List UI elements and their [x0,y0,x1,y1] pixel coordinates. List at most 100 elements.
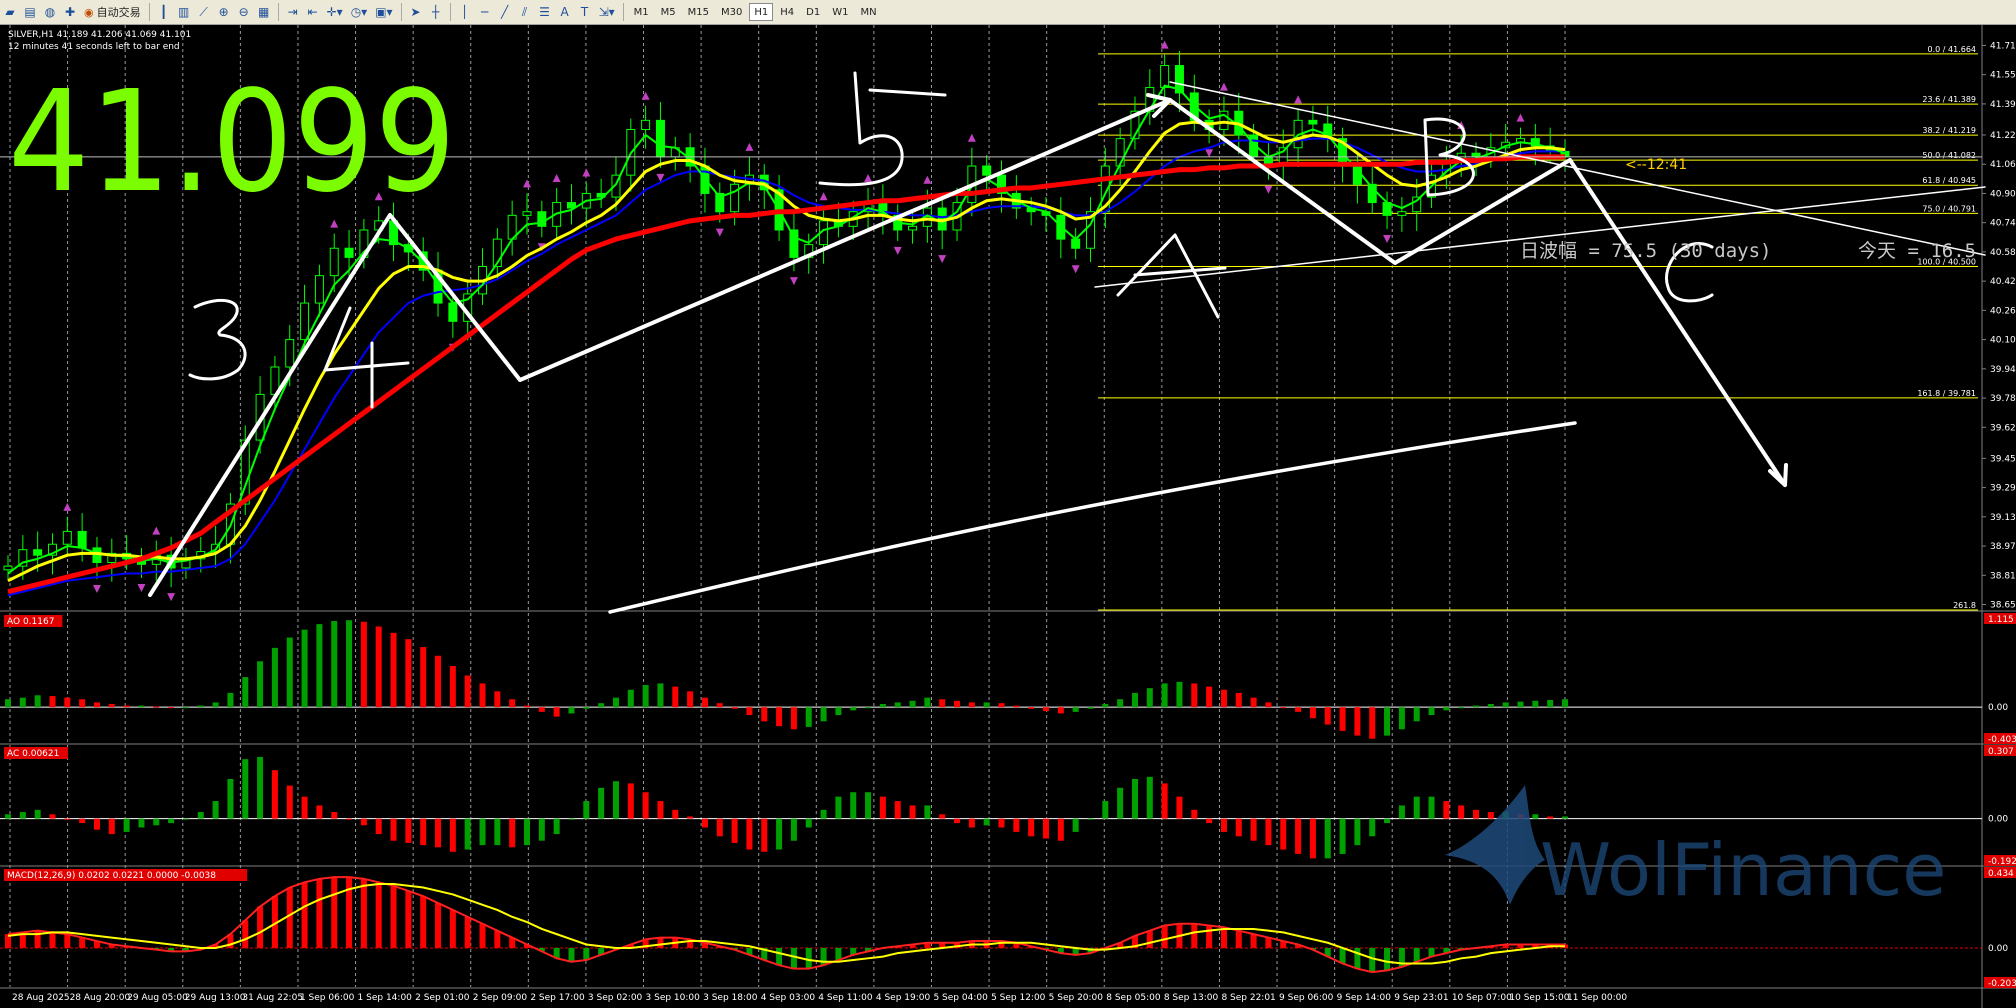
vertical-line-icon[interactable]: │ [456,3,474,21]
histogram-bar [212,801,219,819]
trendline-icon[interactable]: ╱ [496,3,514,21]
histogram-bar [1547,816,1554,819]
chart-canvas[interactable]: 0.0 / 41.664 23.6 / 41.389 38.2 / 41.219 50… [0,25,2016,1008]
text-tool-icon[interactable]: A [556,3,574,21]
line-chart-icon[interactable]: ⟋ [195,3,213,21]
timeframe-m30[interactable]: M30 [716,3,747,21]
histogram-bar [1043,707,1049,712]
histogram-bar [1191,923,1198,948]
tile-windows-icon[interactable]: ▦ [255,3,273,21]
histogram-bar [301,882,308,948]
histogram-bar [672,809,679,819]
toolbar-separator [400,3,402,21]
zoom-out-icon[interactable]: ⊖ [235,3,253,21]
histogram-bar [954,818,961,824]
histogram-bar [64,934,71,948]
timeframe-w1[interactable]: W1 [827,3,853,21]
periods-icon[interactable]: ◷▾ [348,3,371,21]
histogram-bar [1413,947,1420,962]
timeframe-d1[interactable]: D1 [801,3,825,21]
histogram-bar [583,947,590,961]
histogram-bar [553,818,560,835]
histogram-bar [271,647,278,708]
histogram-bar [687,691,694,708]
candlestick-icon[interactable]: ▥ [175,3,193,21]
histogram-bar [1339,947,1346,964]
histogram-bar [435,655,442,708]
indicator-tick-label: 0.00 [1988,703,2008,713]
histogram-bar [1413,796,1420,819]
templates-icon[interactable]: ▣▾ [372,3,395,21]
zoom-in-icon[interactable]: ⊕ [215,3,233,21]
histogram-bar [1295,707,1302,712]
indicator-tick-label: -0.203 [1988,979,2016,989]
histogram-bar [1161,683,1168,708]
histogram-bar [1532,814,1539,819]
text-label-icon[interactable]: T [576,3,594,21]
histogram-bar [34,695,41,708]
auto-trading-label: 自动交易 [96,6,141,19]
histogram-bar [1191,809,1198,819]
histogram-bar [1369,818,1376,837]
histogram-bar [1161,783,1168,819]
histogram-bar [375,882,382,948]
new-chart-icon[interactable]: ▰ [1,3,19,21]
histogram-bar [479,818,486,846]
timeframe-m15[interactable]: M15 [683,3,714,21]
histogram-bar [1087,707,1094,709]
navigator-icon[interactable]: ✚ [61,3,79,21]
price-tick-label: 40.58 [1990,248,2016,258]
crosshair-icon[interactable]: ┼ [427,3,445,21]
autoscroll-icon[interactable]: ⇥ [284,3,302,21]
histogram-bar [1384,707,1391,736]
histogram-bar [583,801,590,819]
price-tick-label: 41.06 [1990,160,2016,170]
pitchfork-icon[interactable]: ⫽ [516,3,534,21]
timeframe-group: M1 M5 M15 M30 H1 H4 D1 W1 MN [628,3,883,21]
timeframe-m5[interactable]: M5 [656,3,681,21]
open-folder-icon[interactable]: ▤ [21,3,39,21]
histogram-bar [538,818,545,841]
chart-shift-icon[interactable]: ⇤ [304,3,322,21]
timeframe-mn[interactable]: MN [855,3,881,21]
price-tick-label: 39.45 [1990,454,2016,464]
bar-chart-icon[interactable]: ┃ [155,3,173,21]
auto-trading-button[interactable]: ◉ 自动交易 [81,3,144,21]
fibonacci-icon[interactable]: ☰ [536,3,554,21]
histogram-bar [242,677,249,708]
histogram-bar [568,947,575,962]
timeframe-m1[interactable]: M1 [629,3,654,21]
histogram-bar [34,809,41,819]
price-tick-label: 40.74 [1990,219,2016,229]
histogram-bar [242,920,249,948]
time-tick-label: 9 Sep 23:01 [1394,993,1448,1003]
time-tick-label: 28 Aug 2025 [12,993,70,1003]
horizontal-line-icon[interactable]: ─ [476,3,494,21]
histogram-bar [1398,805,1405,819]
market-watch-icon[interactable]: ◍ [41,3,59,21]
histogram-bar [612,781,619,819]
histogram-bar [1295,818,1302,854]
time-tick-label: 8 Sep 22:01 [1221,993,1275,1003]
histogram-bar [627,783,634,819]
arrows-icon[interactable]: ⇲▾ [596,3,618,21]
timeframe-h4[interactable]: H4 [775,3,799,21]
time-tick-label: 3 Sep 10:00 [646,993,701,1003]
histogram-bar [1473,809,1480,819]
histogram-bar [1339,707,1346,731]
cursor-icon[interactable]: ➤ [407,3,425,21]
histogram-bar [1443,801,1450,819]
timeframe-h1[interactable]: H1 [749,3,774,21]
histogram-bar [1384,947,1391,971]
histogram-bar [1131,692,1138,708]
histogram-bar [449,909,456,948]
histogram-bar [1176,681,1183,708]
histogram-bar [286,637,293,708]
histogram-bar [108,703,115,708]
price-tick-label: 41.55 [1990,71,2016,81]
histogram-bar [1235,818,1242,837]
histogram-bar [939,699,946,708]
indicators-icon[interactable]: ✛▾ [324,3,346,21]
histogram-bar [1072,818,1079,832]
auto-trading-icon: ◉ [84,5,94,19]
